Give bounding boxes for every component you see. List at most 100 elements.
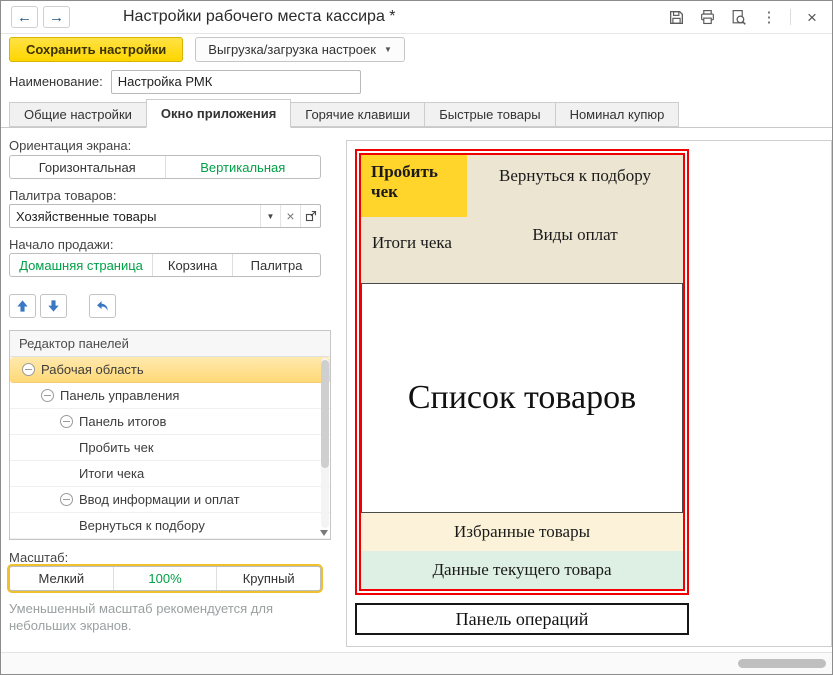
sale-start-option-home[interactable]: Домашняя страница — [10, 254, 152, 276]
scale-hint-text: Уменьшенный масштаб рекомендуется для не… — [9, 600, 289, 634]
palette-combobox[interactable]: Хозяйственные товары ▼ × — [9, 204, 321, 228]
move-up-button[interactable] — [9, 294, 36, 318]
scale-option-100[interactable]: 100% — [113, 567, 217, 590]
export-button-label: Выгрузка/загрузка настроек — [208, 42, 376, 57]
tree-item-return-to-selection[interactable]: Вернуться к подбору — [10, 513, 330, 539]
preview-check-button-cell: Пробить чек — [361, 155, 467, 217]
tree-item-label: Вернуться к подбору — [79, 518, 205, 533]
palette-open-button[interactable] — [300, 205, 320, 227]
panel-order-buttons — [9, 294, 116, 318]
circled-minus-icon[interactable] — [41, 389, 54, 402]
command-toolbar: Сохранить настройки Выгрузка/загрузка на… — [1, 34, 832, 65]
tree-item-label: Рабочая область — [41, 362, 144, 377]
name-field-label: Наименование: — [9, 74, 103, 89]
tree-item-control-panel[interactable]: Панель управления — [10, 383, 330, 409]
scale-label: Масштаб: — [9, 550, 68, 565]
tab-hotkeys[interactable]: Горячие клавиши — [290, 102, 425, 127]
tree-item-totals-panel[interactable]: Панель итогов — [10, 409, 330, 435]
close-button[interactable]: × — [802, 7, 822, 27]
tab-bar: Общие настройки Окно приложения Горячие … — [1, 98, 832, 128]
circled-minus-icon[interactable] — [22, 363, 35, 376]
panel-editor-header: Редактор панелей — [10, 331, 330, 357]
tree-item-work-area[interactable]: Рабочая область — [10, 357, 330, 383]
forward-button[interactable]: → — [43, 6, 70, 28]
palette-clear-button[interactable]: × — [280, 205, 300, 227]
tree-item-label: Пробить чек — [79, 440, 154, 455]
name-input[interactable] — [111, 70, 361, 94]
preview-button[interactable] — [728, 7, 748, 27]
circled-minus-icon[interactable] — [60, 493, 73, 506]
save-settings-button[interactable]: Сохранить настройки — [9, 37, 183, 62]
save-icon-button[interactable] — [666, 7, 686, 27]
tab-quick-products[interactable]: Быстрые товары — [424, 102, 555, 127]
preview-payment-types-cell: Виды оплат — [467, 225, 683, 245]
preview-operations-panel: Панель операций — [355, 603, 689, 635]
printer-icon — [699, 9, 716, 26]
page-magnifier-icon — [730, 9, 747, 26]
layout-preview: Пробить чек Вернуться к подбору Итоги че… — [346, 140, 832, 647]
floppy-icon — [668, 9, 685, 26]
tree-item-input-and-payments[interactable]: Ввод информации и оплат — [10, 487, 330, 513]
palette-dropdown-button[interactable]: ▼ — [260, 205, 280, 227]
move-down-button[interactable] — [40, 294, 67, 318]
scale-toggle: Мелкий 100% Крупный — [9, 566, 321, 591]
arrow-down-icon — [46, 299, 61, 314]
app-window: ← → Настройки рабочего места кассира * — [0, 0, 833, 675]
orientation-option-horizontal[interactable]: Горизонтальная — [10, 156, 165, 178]
tree-scrollbar[interactable] — [321, 358, 329, 528]
tree-item-label: Ввод информации и оплат — [79, 492, 240, 507]
tree-item-label: Панель итогов — [79, 414, 166, 429]
tab-content: Ориентация экрана: Горизонтальная Вертик… — [1, 128, 832, 652]
kebab-icon: ⋮ — [762, 8, 777, 26]
titlebar-actions: ⋮ × — [666, 7, 822, 27]
palette-value[interactable]: Хозяйственные товары — [10, 205, 260, 227]
orientation-label: Ориентация экрана: — [9, 138, 131, 153]
tree-scroll-down-icon[interactable] — [320, 530, 328, 536]
open-window-icon — [305, 210, 317, 222]
arrow-right-icon: → — [49, 9, 64, 26]
preview-current-product: Данные текущего товара — [361, 551, 683, 589]
caret-down-icon: ▼ — [384, 45, 392, 54]
preview-top-panel: Пробить чек Вернуться к подбору Итоги че… — [361, 155, 683, 283]
reset-layout-button[interactable] — [89, 294, 116, 318]
preview-return-cell: Вернуться к подбору — [467, 155, 683, 217]
tree-scrollbar-thumb[interactable] — [321, 360, 329, 468]
tree-item-receipt-totals[interactable]: Итоги чека — [10, 461, 330, 487]
more-menu-button[interactable]: ⋮ — [759, 7, 779, 27]
scale-option-small[interactable]: Мелкий — [10, 567, 113, 590]
undo-arrow-icon — [95, 299, 110, 314]
sale-start-option-palette[interactable]: Палитра — [232, 254, 320, 276]
palette-label: Палитра товаров: — [9, 188, 116, 203]
preview-product-list: Список товаров — [361, 283, 683, 513]
tree-item-label: Панель управления — [60, 388, 179, 403]
tree-item-label: Итоги чека — [79, 466, 144, 481]
sale-start-option-cart[interactable]: Корзина — [152, 254, 232, 276]
titlebar-separator — [790, 9, 791, 25]
tree-item-check-button[interactable]: Пробить чек — [10, 435, 330, 461]
horizontal-scrollbar[interactable] — [1, 652, 832, 674]
preview-receipt-totals-cell: Итоги чека — [372, 233, 452, 253]
tab-application-window[interactable]: Окно приложения — [146, 99, 291, 128]
horizontal-scrollbar-thumb[interactable] — [738, 659, 826, 668]
preview-screen-frame: Пробить чек Вернуться к подбору Итоги че… — [355, 149, 689, 595]
close-icon: × — [807, 9, 817, 26]
print-button[interactable] — [697, 7, 717, 27]
arrow-left-icon: ← — [17, 9, 32, 26]
back-button[interactable]: ← — [11, 6, 38, 28]
titlebar: ← → Настройки рабочего места кассира * — [1, 1, 832, 34]
sale-start-toggle: Домашняя страница Корзина Палитра — [9, 253, 321, 277]
export-import-settings-button[interactable]: Выгрузка/загрузка настроек ▼ — [195, 37, 405, 62]
tab-banknote-denominations[interactable]: Номинал купюр — [555, 102, 680, 127]
sale-start-label: Начало продажи: — [9, 237, 114, 252]
preview-favorite-products: Избранные товары — [361, 513, 683, 551]
scale-option-large[interactable]: Крупный — [216, 567, 320, 590]
caret-down-icon: ▼ — [267, 212, 275, 221]
orientation-toggle: Горизонтальная Вертикальная — [9, 155, 321, 179]
tab-general-settings[interactable]: Общие настройки — [9, 102, 147, 127]
orientation-option-vertical[interactable]: Вертикальная — [165, 156, 321, 178]
arrow-up-icon — [15, 299, 30, 314]
panel-editor-tree: Редактор панелей Рабочая область Панель … — [9, 330, 331, 540]
name-field-row: Наименование: — [1, 65, 832, 98]
circled-minus-icon[interactable] — [60, 415, 73, 428]
x-icon: × — [286, 209, 294, 223]
